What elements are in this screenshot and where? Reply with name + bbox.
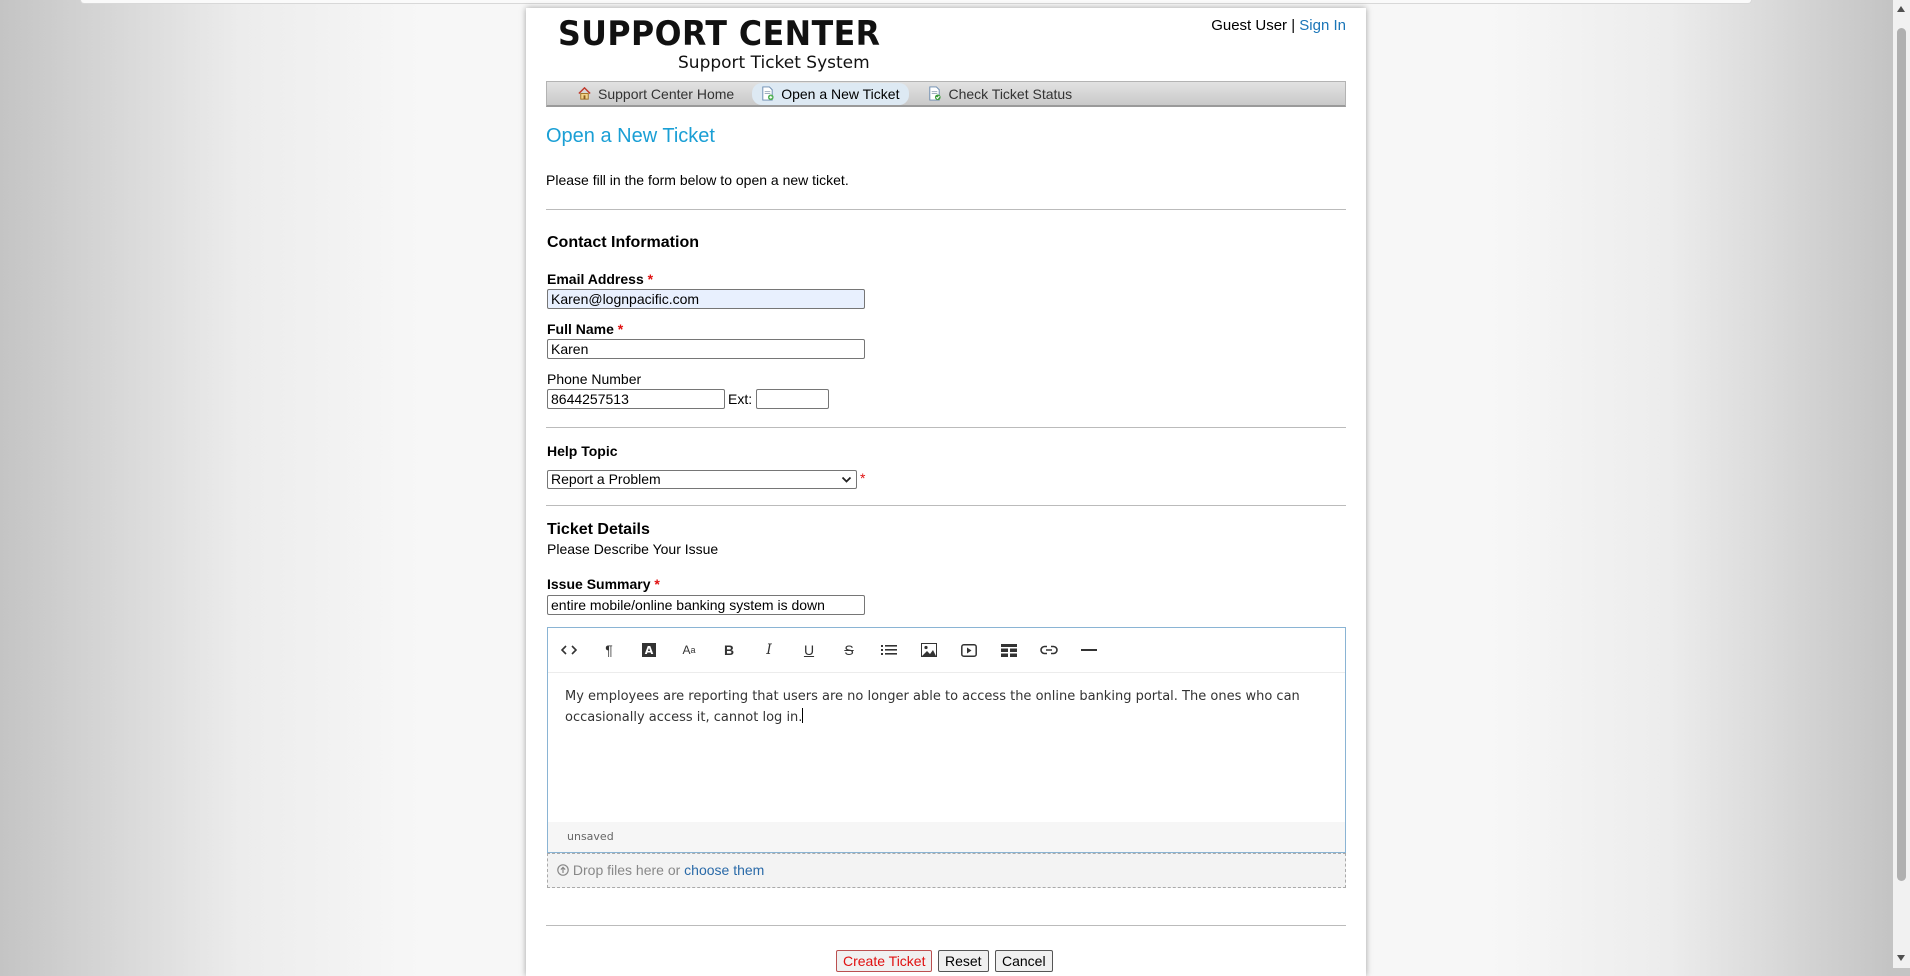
new-ticket-icon (762, 86, 774, 101)
cancel-button[interactable]: Cancel (995, 950, 1053, 972)
issue-summary-field[interactable]: entire mobile/online banking system is d… (547, 595, 865, 615)
text-cursor (802, 708, 804, 723)
nav-label: Check Ticket Status (948, 85, 1073, 102)
drop-text: Drop files here or (572, 862, 681, 878)
page-title: Open a New Ticket (546, 125, 715, 147)
ext-field[interactable] (756, 389, 829, 409)
logo-title: SUPPORT CENTER (558, 14, 881, 54)
bold-icon[interactable]: B (715, 636, 743, 664)
nav-support-center-home[interactable]: Support Center Home (575, 83, 744, 105)
nav-label: Support Center Home (598, 85, 735, 102)
home-icon (578, 86, 591, 100)
ext-label: Ext: (728, 391, 753, 407)
required-mark: * (647, 271, 654, 287)
paragraph-icon[interactable]: ¶ (595, 636, 623, 664)
divider (546, 925, 1346, 926)
reset-button[interactable]: Reset (938, 950, 989, 972)
create-ticket-button[interactable]: Create Ticket (836, 950, 933, 972)
intro-text: Please fill in the form below to open a … (546, 172, 849, 188)
ticket-details-subtitle: Please Describe Your Issue (547, 541, 719, 557)
font-size-icon[interactable]: Aa (675, 636, 703, 664)
help-topic-label: Help Topic (547, 443, 618, 459)
sign-in-link[interactable]: Sign In (1299, 17, 1346, 34)
editor-line-text: occasionally access it, cannot log in. (565, 710, 803, 725)
divider (546, 505, 1346, 506)
nav-label: Open a New Ticket (781, 85, 900, 102)
table-icon[interactable] (995, 636, 1023, 664)
divider (546, 209, 1346, 210)
chevron-down-icon (841, 476, 852, 483)
underline-icon[interactable]: U (795, 636, 823, 664)
issue-summary-label-text: Issue Summary (547, 576, 651, 592)
required-mark: * (860, 470, 866, 486)
message-editor[interactable]: ¶ A Aa B I U S My employees are reportin… (547, 627, 1346, 853)
required-mark: * (617, 321, 624, 337)
text-color-icon[interactable]: A (635, 636, 663, 664)
browser-top-strip (80, 0, 1752, 4)
issue-summary-label: Issue Summary * (547, 576, 660, 592)
strikethrough-icon[interactable]: S (835, 636, 863, 664)
divider (546, 427, 1346, 428)
nav-open-new-ticket[interactable]: Open a New Ticket (752, 82, 910, 105)
video-icon[interactable] (955, 636, 983, 664)
choose-files-link[interactable]: choose them (684, 862, 764, 878)
editor-content[interactable]: My employees are reporting that users ar… (565, 686, 1325, 728)
separator: | (1291, 17, 1296, 34)
link-icon[interactable] (1035, 636, 1063, 664)
editor-toolbar: ¶ A Aa B I U S (548, 628, 1345, 673)
italic-icon[interactable]: I (755, 636, 783, 664)
scroll-down-arrow[interactable] (1897, 955, 1905, 961)
page-container: SUPPORT CENTER Support Ticket System Gue… (526, 8, 1366, 976)
required-mark: * (654, 576, 660, 592)
scroll-up-arrow[interactable] (1897, 6, 1905, 12)
image-icon[interactable] (915, 636, 943, 664)
editor-save-status: unsaved (548, 822, 1345, 852)
ticket-details-title: Ticket Details (547, 521, 650, 538)
page-scrollbar[interactable] (1893, 0, 1910, 968)
user-welcome: Guest User | Sign In (1211, 17, 1346, 34)
phone-label: Phone Number (547, 371, 642, 387)
ticket-status-icon (929, 86, 942, 101)
nav-check-ticket-status[interactable]: Check Ticket Status (925, 83, 1082, 105)
full-name-label: Full Name * (547, 321, 623, 337)
email-label: Email Address * (547, 271, 653, 287)
main-nav: Support Center Home Open a New Ticket Ch… (546, 81, 1346, 107)
upload-icon (557, 864, 569, 876)
guest-user-label: Guest User (1211, 17, 1288, 34)
scroll-thumb[interactable] (1897, 28, 1906, 881)
svg-text:A: A (645, 644, 654, 657)
help-topic-selected: Report a Problem (551, 471, 661, 487)
logo[interactable]: SUPPORT CENTER Support Ticket System (558, 14, 905, 73)
file-dropzone[interactable]: Drop files here or choose them (547, 853, 1346, 888)
contact-section-title: Contact Information (547, 234, 699, 251)
editor-line: occasionally access it, cannot log in. (565, 707, 1325, 728)
logo-subtitle: Support Ticket System (678, 53, 870, 73)
email-field[interactable]: Karen@lognpacific.com (547, 289, 865, 309)
full-name-label-text: Full Name (547, 321, 614, 337)
full-name-field[interactable]: Karen (547, 339, 865, 359)
code-view-icon[interactable] (555, 636, 583, 664)
phone-field[interactable]: 8644257513 (547, 389, 725, 409)
horizontal-rule-icon[interactable] (1075, 636, 1103, 664)
editor-line: My employees are reporting that users ar… (565, 689, 1300, 704)
help-topic-select[interactable]: Report a Problem (547, 470, 857, 489)
email-label-text: Email Address (547, 271, 644, 287)
list-icon[interactable] (875, 636, 903, 664)
